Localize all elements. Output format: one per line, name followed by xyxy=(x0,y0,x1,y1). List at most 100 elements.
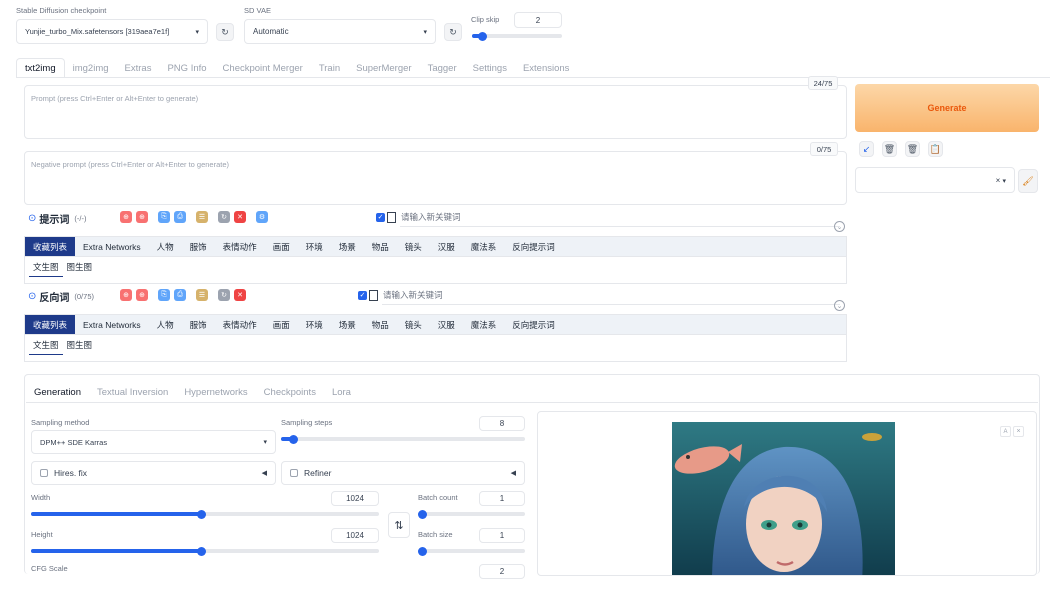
expand-chevron-icon[interactable]: ⌄ xyxy=(834,300,845,311)
swap-dimensions-button[interactable]: ⇅ xyxy=(388,512,410,538)
trash-all-button[interactable]: 🗑 xyxy=(905,141,920,157)
width-slider-knob[interactable] xyxy=(197,509,207,519)
bookmark-icon[interactable]: ⎙ xyxy=(174,289,186,301)
collapse-circle-icon[interactable]: ⊙ xyxy=(28,213,36,224)
trash-icon[interactable]: ✕ xyxy=(234,211,246,223)
neg-category-item-9[interactable]: 镜头 xyxy=(397,315,430,334)
sampling-method-select[interactable]: DPM++ SDE Karras ▾ xyxy=(31,430,276,454)
category-item-6[interactable]: 环境 xyxy=(298,237,331,256)
gen-tab-0[interactable]: Generation xyxy=(26,383,89,401)
collapse-circle-icon[interactable]: ⊙ xyxy=(28,291,36,302)
tab-9[interactable]: Extensions xyxy=(515,58,577,78)
category-item-4[interactable]: 表情动作 xyxy=(215,237,265,256)
translate-all-icon[interactable]: ⊕ xyxy=(136,211,148,223)
close-icon[interactable]: × xyxy=(1013,426,1024,437)
tab-7[interactable]: Tagger xyxy=(420,58,465,78)
neg-category-item-12[interactable]: 反向提示词 xyxy=(504,315,563,334)
batch-count-input[interactable]: 1 xyxy=(479,491,525,506)
neg-subcategory-item-1[interactable]: 图生图 xyxy=(63,335,97,355)
width-input[interactable]: 1024 xyxy=(331,491,379,506)
tab-2[interactable]: Extras xyxy=(117,58,160,78)
category-item-0[interactable]: 收藏列表 xyxy=(25,237,76,256)
edit-styles-button[interactable]: 🖌 xyxy=(1018,169,1038,193)
tab-1[interactable]: img2img xyxy=(65,58,117,78)
height-slider-knob[interactable] xyxy=(197,546,207,556)
clear-icon[interactable]: × xyxy=(996,176,1001,185)
cfg-scale-input[interactable]: 2 xyxy=(479,564,525,579)
trash-button[interactable]: 🗑 xyxy=(882,141,897,157)
translate-icon[interactable]: ⊕ xyxy=(120,289,132,301)
category-item-2[interactable]: 人物 xyxy=(149,237,182,256)
refresh-icon[interactable]: ↻ xyxy=(218,289,230,301)
tab-8[interactable]: Settings xyxy=(465,58,515,78)
generate-button[interactable]: Generate xyxy=(855,84,1039,132)
refiner-checkbox[interactable] xyxy=(290,469,298,477)
height-slider[interactable] xyxy=(31,546,379,556)
trash-icon[interactable]: ✕ xyxy=(234,289,246,301)
hires-fix-checkbox[interactable] xyxy=(40,469,48,477)
gear-icon[interactable]: ⚙ xyxy=(256,211,268,223)
history-icon[interactable]: ☰ xyxy=(196,211,208,223)
output-image[interactable] xyxy=(672,422,895,575)
tab-4[interactable]: Checkpoint Merger xyxy=(215,58,311,78)
translate-icon[interactable]: ⊕ xyxy=(120,211,132,223)
neg-category-item-5[interactable]: 画面 xyxy=(265,315,298,334)
category-item-12[interactable]: 反向提示词 xyxy=(504,237,563,256)
translate-all-icon[interactable]: ⊕ xyxy=(136,289,148,301)
neg-category-item-0[interactable]: 收藏列表 xyxy=(25,315,76,334)
gen-tab-1[interactable]: Textual Inversion xyxy=(89,383,176,401)
batch-size-input[interactable]: 1 xyxy=(479,528,525,543)
category-item-9[interactable]: 镜头 xyxy=(397,237,430,256)
read-params-button[interactable]: ↙ xyxy=(859,141,874,157)
tab-6[interactable]: SuperMerger xyxy=(348,58,419,78)
tab-5[interactable]: Train xyxy=(311,58,348,78)
tab-3[interactable]: PNG Info xyxy=(159,58,214,78)
neg-category-item-3[interactable]: 服饰 xyxy=(182,315,215,334)
sampling-steps-slider-knob[interactable] xyxy=(288,434,298,444)
batch-count-slider[interactable] xyxy=(418,509,525,519)
checkbox-icon[interactable]: ✓ xyxy=(358,290,367,300)
checkpoint-select[interactable]: Yunjie_turbo_Mix.safetensors [319aea7e1f… xyxy=(16,19,208,44)
download-icon[interactable]: A xyxy=(1000,426,1011,437)
category-item-10[interactable]: 汉服 xyxy=(430,237,463,256)
hires-fix-accordion[interactable]: Hires. fix ◀ xyxy=(31,461,276,485)
bookmark-icon[interactable]: ⎙ xyxy=(174,211,186,223)
copy-icon[interactable]: ⎘ xyxy=(158,289,170,301)
checkbox-icon[interactable]: ✓ xyxy=(376,212,385,222)
refiner-accordion[interactable]: Refiner ◀ xyxy=(281,461,525,485)
clip-skip-slider-knob[interactable] xyxy=(478,31,488,41)
neg-category-item-4[interactable]: 表情动作 xyxy=(215,315,265,334)
negative-prompt-textarea[interactable]: Negative prompt (press Ctrl+Enter or Alt… xyxy=(24,151,847,205)
neg-subcategory-item-0[interactable]: 文生图 xyxy=(29,335,63,355)
neg-category-item-10[interactable]: 汉服 xyxy=(430,315,463,334)
batch-count-slider-knob[interactable] xyxy=(418,509,427,519)
width-slider[interactable] xyxy=(31,509,379,519)
clip-skip-slider[interactable] xyxy=(472,31,562,41)
refresh-icon[interactable]: ↻ xyxy=(218,211,230,223)
category-item-8[interactable]: 物品 xyxy=(364,237,397,256)
neg-category-item-2[interactable]: 人物 xyxy=(149,315,182,334)
neg-category-item-7[interactable]: 场景 xyxy=(331,315,364,334)
copy-icon[interactable]: ⎘ xyxy=(158,211,170,223)
refresh-vae-button[interactable]: ↻ xyxy=(444,23,462,41)
gen-tab-2[interactable]: Hypernetworks xyxy=(176,383,255,401)
styles-select[interactable]: × ▾ xyxy=(855,167,1015,193)
vae-select[interactable]: Automatic ▾ xyxy=(244,19,436,44)
prompt-textarea[interactable]: Prompt (press Ctrl+Enter or Alt+Enter to… xyxy=(24,85,847,139)
batch-size-slider-knob[interactable] xyxy=(418,546,427,556)
gen-tab-4[interactable]: Lora xyxy=(324,383,359,401)
category-item-5[interactable]: 画面 xyxy=(265,237,298,256)
neg-category-item-11[interactable]: 魔法系 xyxy=(463,315,505,334)
gen-tab-3[interactable]: Checkpoints xyxy=(256,383,324,401)
neg-category-item-1[interactable]: Extra Networks xyxy=(75,315,149,334)
category-item-7[interactable]: 场景 xyxy=(331,237,364,256)
height-input[interactable]: 1024 xyxy=(331,528,379,543)
new-keyword-input[interactable]: ✓ 请输入新关键词 xyxy=(376,211,461,223)
category-item-1[interactable]: Extra Networks xyxy=(75,237,149,256)
clipboard-button[interactable]: 📋 xyxy=(928,141,943,157)
subcategory-item-1[interactable]: 图生图 xyxy=(63,257,97,277)
category-item-3[interactable]: 服饰 xyxy=(182,237,215,256)
subcategory-item-0[interactable]: 文生图 xyxy=(29,257,63,277)
batch-size-slider[interactable] xyxy=(418,546,525,556)
expand-chevron-icon[interactable]: ⌄ xyxy=(834,221,845,232)
